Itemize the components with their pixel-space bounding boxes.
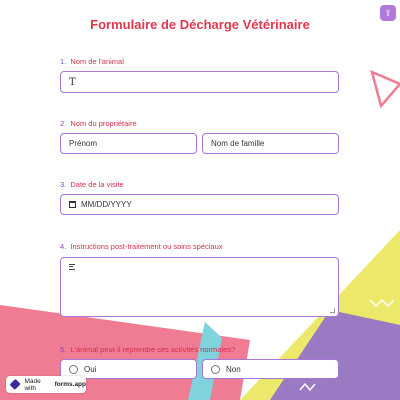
last-name-input[interactable]: Nom de famille: [202, 133, 339, 154]
question-label-activities: 5. L'animal peut-il reprendre ses activi…: [60, 345, 235, 354]
question-text: Date de la visite: [70, 180, 124, 189]
animal-name-input[interactable]: T: [60, 71, 339, 93]
radio-icon: [69, 364, 78, 374]
question-label-owner-name: 2. Nom du propriétaire: [60, 119, 137, 128]
share-button[interactable]: ⇪: [380, 5, 396, 21]
radio-icon: [211, 364, 220, 374]
visit-date-input[interactable]: MM/DD/YYYY: [60, 194, 339, 215]
question-text: Nom du propriétaire: [70, 119, 137, 128]
paragraph-lines-icon: [69, 264, 75, 270]
question-label-visit-date: 3. Date de la visite: [60, 180, 124, 189]
question-number: 4.: [60, 242, 67, 251]
last-name-placeholder: Nom de famille: [211, 139, 265, 148]
first-name-input[interactable]: Prénom: [60, 133, 197, 154]
question-text: Nom de l'animal: [70, 57, 124, 66]
question-number: 3.: [60, 180, 67, 189]
instructions-textarea[interactable]: [60, 257, 339, 317]
question-text: Instructions post-traitement ou soins sp…: [70, 242, 223, 251]
question-label-animal-name: 1. Nom de l'animal: [60, 57, 124, 66]
first-name-placeholder: Prénom: [69, 139, 98, 148]
question-number: 2.: [60, 119, 67, 128]
option-non[interactable]: Non: [202, 359, 339, 379]
made-with-text: Made with: [24, 377, 41, 392]
question-number: 5.: [60, 345, 67, 354]
question-label-instructions: 4. Instructions post-traitement ou soins…: [60, 242, 223, 251]
calendar-icon: [69, 201, 76, 208]
share-icon: ⇪: [384, 7, 392, 18]
discharge-form: Formulaire de Décharge Vétérinaire ⇪ 1. …: [0, 0, 400, 400]
question-text: L'animal peut-il reprendre ses activités…: [70, 345, 236, 354]
date-placeholder: MM/DD/YYYY: [81, 200, 132, 209]
option-label: Oui: [84, 364, 97, 374]
option-label: Non: [226, 364, 241, 374]
resize-handle-icon[interactable]: [330, 308, 335, 313]
brand-name: forms.app: [54, 381, 86, 388]
made-with-badge[interactable]: Made with forms.app: [6, 376, 86, 393]
forms-app-logo-icon: [9, 378, 21, 391]
question-number: 1.: [60, 57, 67, 66]
text-cursor-icon: T: [69, 76, 76, 88]
form-title: Formulaire de Décharge Vétérinaire: [90, 17, 310, 32]
